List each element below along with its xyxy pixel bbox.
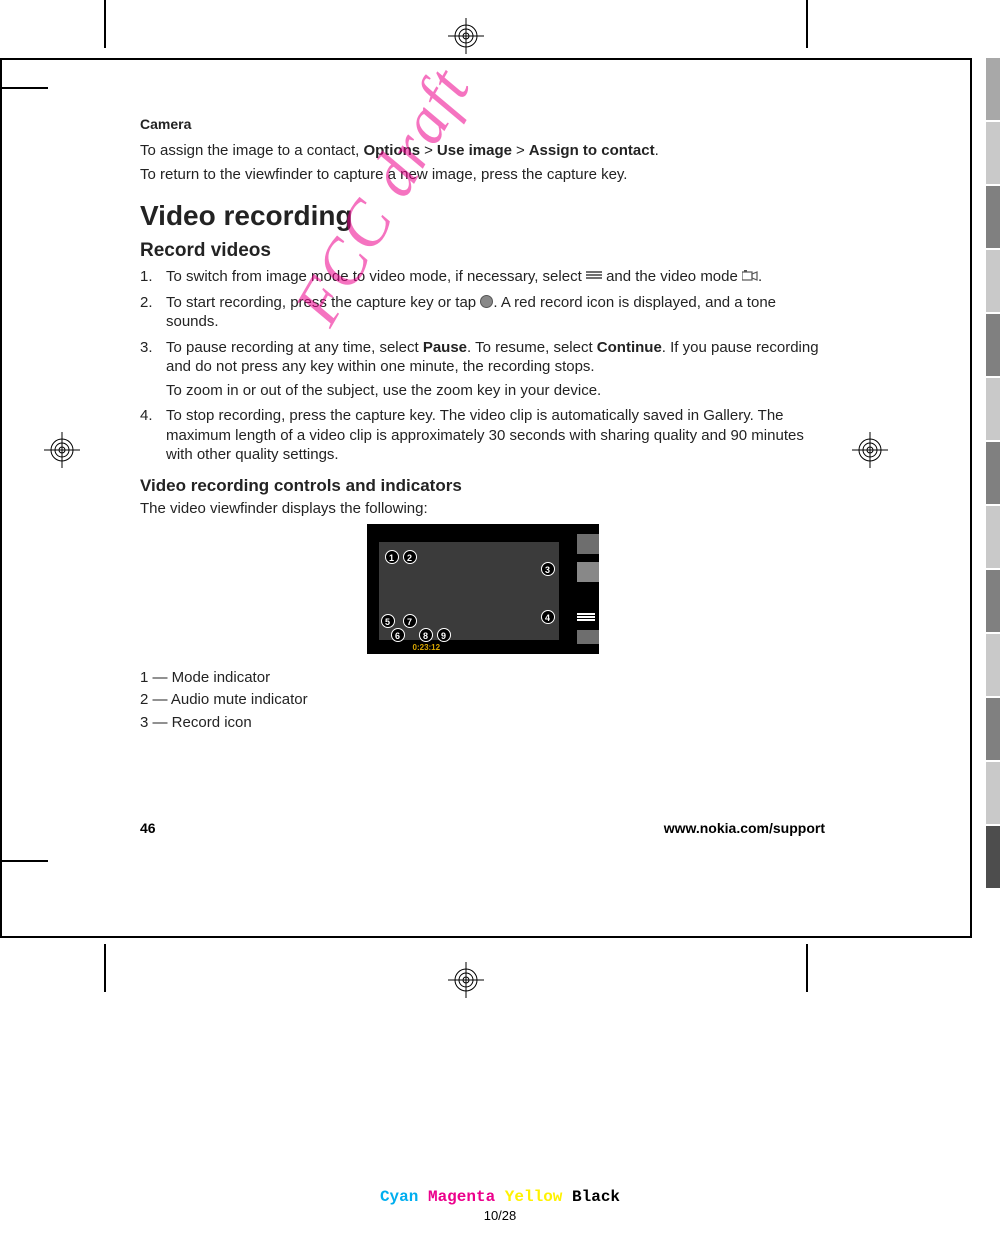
heading-video-recording: Video recording [140,198,825,234]
callout-9: 9 [437,628,451,642]
side-tab [986,122,1000,184]
side-tabs [986,58,1000,890]
side-tab [986,826,1000,888]
heading-controls: Video recording controls and indicators [140,475,825,497]
legend-list: 1 — Mode indicator 2 — Audio mute indica… [140,668,825,733]
step-1: To switch from image mode to video mode,… [140,267,825,287]
callout-7: 7 [403,614,417,628]
callout-1: 1 [385,550,399,564]
legend-1: 1 — Mode indicator [140,668,825,688]
side-tab [986,634,1000,696]
callout-3: 3 [541,562,555,576]
black-label: Black [572,1188,620,1206]
footer-url: www.nokia.com/support [664,820,825,836]
heading-record-videos: Record videos [140,239,825,264]
page-footer: 46 www.nokia.com/support [140,820,825,836]
viewfinder-side-button [577,630,599,644]
page-number: 46 [140,820,156,836]
crop-mark [806,0,808,48]
side-tab [986,506,1000,568]
yellow-label: Yellow [505,1188,563,1206]
step-4: To stop recording, press the capture key… [140,406,825,465]
return-paragraph: To return to the viewfinder to capture a… [140,165,825,185]
camcorder-icon [742,270,758,282]
viewfinder-side-button [577,534,599,554]
side-tab [986,698,1000,760]
cyan-label: Cyan [380,1188,418,1206]
menu-icon [586,270,602,282]
side-tab [986,250,1000,312]
color-bar: Cyan Magenta Yellow Black [0,1188,1000,1206]
callout-2: 2 [403,550,417,564]
crop-mark [104,944,106,992]
callout-8: 8 [419,628,433,642]
viewfinder-menu-icon [577,612,595,624]
side-tab [986,570,1000,632]
viewfinder-side-button [577,562,599,582]
legend-2: 2 — Audio mute indicator [140,690,825,710]
viewfinder-intro: The video viewfinder displays the follow… [140,499,825,519]
page-content: Camera To assign the image to a contact,… [140,115,825,735]
step-3-sub: To zoom in or out of the subject, use th… [166,381,825,401]
step-3: To pause recording at any time, select P… [140,338,825,401]
side-tab [986,186,1000,248]
side-tab [986,314,1000,376]
side-tab [986,58,1000,120]
steps-list: To switch from image mode to video mode,… [140,267,825,465]
side-tab [986,442,1000,504]
sheet-number: 10/28 [0,1208,1000,1223]
side-tab [986,378,1000,440]
callout-5: 5 [381,614,395,628]
viewfinder-figure: 1 2 3 4 5 6 7 8 9 0:23:12 [367,524,599,654]
crop-mark [104,0,106,48]
registration-mark-icon [448,962,484,998]
callout-6: 6 [391,628,405,642]
callout-4: 4 [541,610,555,624]
crop-mark [806,944,808,992]
viewfinder-timecode: 0:23:12 [413,643,441,653]
side-tab [986,762,1000,824]
step-2: To start recording, press the capture ke… [140,293,825,332]
registration-mark-icon [448,18,484,54]
running-header: Camera [140,115,825,133]
magenta-label: Magenta [428,1188,495,1206]
assign-paragraph: To assign the image to a contact, Option… [140,141,825,161]
record-button-icon [480,295,493,308]
legend-3: 3 — Record icon [140,713,825,733]
